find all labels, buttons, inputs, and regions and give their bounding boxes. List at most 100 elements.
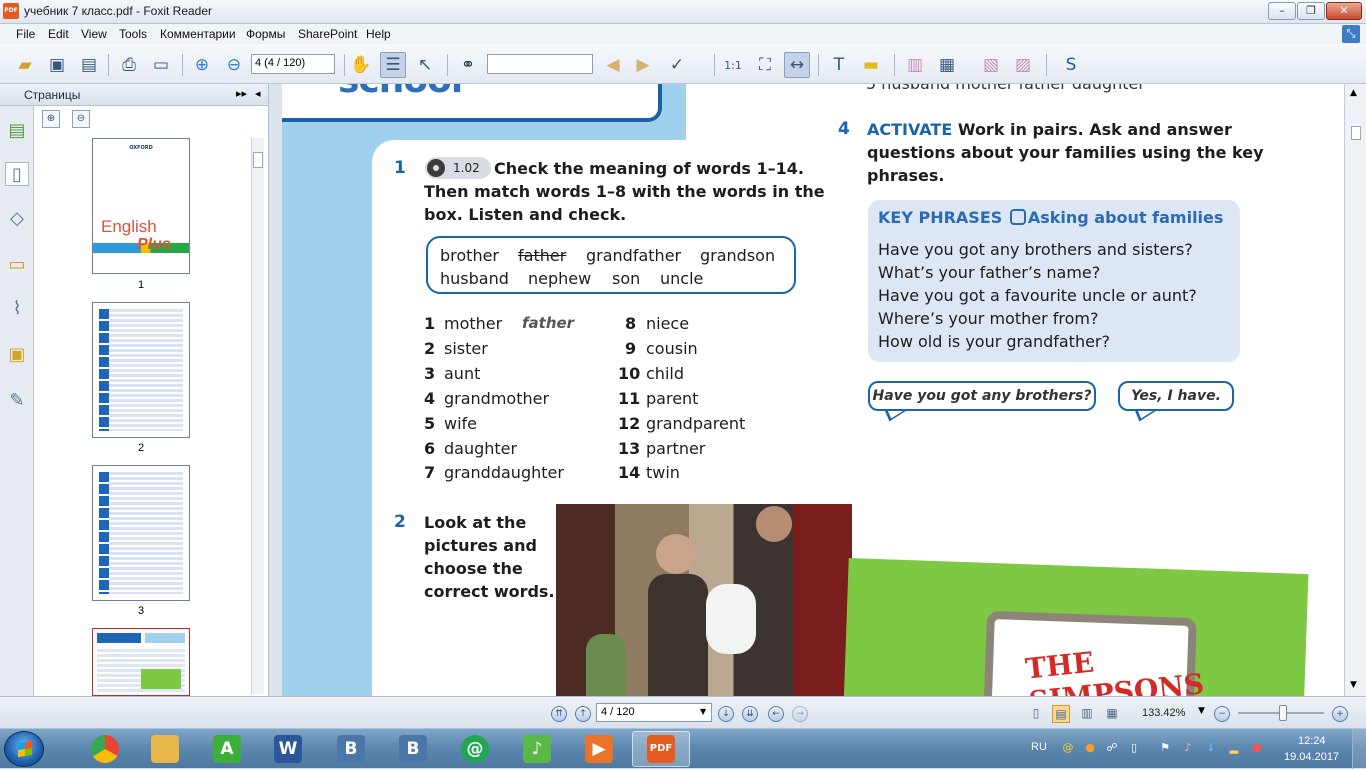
- bookmarks-icon[interactable]: ▤: [5, 118, 29, 142]
- page-thumbnail-1[interactable]: OXFORD English Plus: [92, 138, 190, 274]
- find-input[interactable]: [487, 54, 593, 74]
- attachments-icon[interactable]: ⌇: [5, 296, 29, 320]
- taskbar-app-a[interactable]: A: [198, 731, 256, 767]
- taskbar-word[interactable]: W: [259, 731, 317, 767]
- minimize-button[interactable]: –: [1268, 2, 1296, 20]
- scroll-up-icon[interactable]: ▲: [1350, 88, 1357, 98]
- taskbar-music[interactable]: ♪: [508, 731, 566, 767]
- facing-view-icon[interactable]: ▥: [1078, 705, 1096, 723]
- start-button[interactable]: [4, 731, 44, 767]
- taskbar-mail-agent[interactable]: @: [446, 731, 504, 767]
- zoom-out-icon[interactable]: −: [1214, 706, 1230, 722]
- menu-view[interactable]: View: [79, 26, 109, 42]
- zoom-dropdown-icon[interactable]: ▼: [1198, 706, 1205, 716]
- open-folder-icon[interactable]: ▰: [12, 52, 38, 78]
- document-scrollbar[interactable]: ▲ ▼: [1344, 84, 1366, 696]
- go-forward-icon[interactable]: →: [792, 706, 808, 722]
- create-pdf-icon[interactable]: ▥: [902, 52, 928, 78]
- last-page-icon[interactable]: ⇊: [742, 706, 758, 722]
- maximize-button[interactable]: ❐: [1297, 2, 1325, 20]
- page-dropdown-icon[interactable]: ▼: [700, 707, 706, 716]
- pages-icon[interactable]: ▯: [5, 162, 29, 186]
- search-next-icon[interactable]: ▶: [630, 52, 656, 78]
- next-page-status-icon[interactable]: ↓: [718, 706, 734, 722]
- first-page-icon[interactable]: ⇈: [551, 706, 567, 722]
- status-page-input[interactable]: 4 / 120: [596, 703, 712, 722]
- note-comment-icon[interactable]: ▬: [858, 52, 884, 78]
- tray-mail-icon[interactable]: @: [1061, 741, 1075, 755]
- select-text-icon[interactable]: ☰: [380, 52, 406, 78]
- export-pdf-icon[interactable]: ▧: [978, 52, 1004, 78]
- panel-collapse-icon[interactable]: ◂: [255, 87, 261, 100]
- continuous-view-icon[interactable]: ▤: [1052, 705, 1070, 723]
- zoom-level[interactable]: 133.42%: [1142, 707, 1185, 719]
- scroll-down-icon[interactable]: ▼: [1350, 680, 1357, 690]
- fit-page-icon[interactable]: ⛶: [752, 52, 778, 78]
- print-icon[interactable]: ⎙: [116, 52, 142, 78]
- menu-comments[interactable]: Комментарии: [158, 26, 238, 42]
- previous-page-icon[interactable]: ⊕: [189, 52, 215, 78]
- thumbnail-zoom-out-icon[interactable]: ⊖: [72, 110, 90, 128]
- properties-icon[interactable]: ▭: [148, 52, 174, 78]
- menu-forms[interactable]: Формы: [244, 26, 287, 42]
- security-lock-icon[interactable]: ▣: [5, 342, 29, 366]
- single-page-view-icon[interactable]: ▯: [1027, 705, 1045, 723]
- tray-volume-muted-icon[interactable]: ♪: [1181, 741, 1195, 755]
- tray-odnoklassniki-icon[interactable]: ●: [1083, 741, 1097, 755]
- convert-pdf-icon[interactable]: ▦: [934, 52, 960, 78]
- taskbar-foxit[interactable]: PDF: [632, 731, 690, 767]
- tray-beats-icon[interactable]: ●: [1250, 741, 1264, 755]
- menu-sharepoint[interactable]: SharePoint: [296, 26, 359, 42]
- restore-document-icon[interactable]: ⤡: [1342, 25, 1360, 43]
- combine-pdf-icon[interactable]: ▨: [1010, 52, 1036, 78]
- thumbnail-zoom-in-icon[interactable]: ⊕: [42, 110, 60, 128]
- taskbar-vk-2[interactable]: B: [384, 731, 442, 767]
- find-binoculars-icon[interactable]: ⚭: [455, 52, 481, 78]
- document-view[interactable]: school 1 1.02 Check the meaning of words…: [282, 84, 1344, 696]
- taskbar-explorer[interactable]: [136, 731, 194, 767]
- page-thumbnail-4[interactable]: [92, 628, 190, 696]
- document-scroll-thumb[interactable]: [1351, 126, 1361, 140]
- menu-tools[interactable]: Tools: [117, 26, 149, 42]
- taskbar-chrome[interactable]: [76, 731, 134, 767]
- page-thumbnail-2[interactable]: [92, 302, 190, 438]
- taskbar-player[interactable]: ▶: [570, 731, 628, 767]
- pages-panel-scrollbar[interactable]: [251, 138, 264, 694]
- clock-time[interactable]: 12:24: [1298, 735, 1326, 747]
- layers-icon[interactable]: ◇: [5, 206, 29, 230]
- typewriter-icon[interactable]: T: [826, 52, 852, 78]
- panel-expand-icon[interactable]: ▸▸: [236, 87, 247, 100]
- clock-date[interactable]: 19.04.2017: [1284, 751, 1339, 763]
- tray-network-icon[interactable]: ☍: [1105, 741, 1119, 755]
- taskbar-vk-1[interactable]: B: [322, 731, 380, 767]
- menu-edit[interactable]: Edit: [46, 26, 71, 42]
- show-desktop-button[interactable]: [1352, 729, 1366, 769]
- search-options-icon[interactable]: ✓: [664, 52, 690, 78]
- toolbar-page-input[interactable]: 4 (4 / 120): [251, 54, 335, 74]
- signatures-icon[interactable]: ✎: [5, 388, 29, 412]
- tray-flag-icon[interactable]: ⚑: [1158, 741, 1172, 755]
- previous-page-status-icon[interactable]: ↑: [575, 706, 591, 722]
- page-thumbnail-3[interactable]: [92, 465, 190, 601]
- audio-track-badge[interactable]: 1.02: [425, 157, 491, 179]
- actual-size-icon[interactable]: 1:1: [720, 52, 746, 78]
- tray-device-icon[interactable]: ▯: [1127, 741, 1141, 755]
- next-page-icon[interactable]: ⊖: [221, 52, 247, 78]
- menu-help[interactable]: Help: [364, 26, 393, 42]
- tray-signal-icon[interactable]: ▂: [1227, 741, 1241, 755]
- panel-splitter[interactable]: [268, 84, 282, 696]
- hand-tool-icon[interactable]: ✋: [348, 52, 374, 78]
- comments-icon[interactable]: ▭: [5, 252, 29, 276]
- sharepoint-icon[interactable]: S: [1058, 52, 1084, 78]
- continuous-facing-view-icon[interactable]: ▦: [1103, 705, 1121, 723]
- select-arrow-icon[interactable]: ↖: [412, 52, 438, 78]
- tray-download-icon[interactable]: ↓: [1204, 741, 1218, 755]
- search-previous-icon[interactable]: ◀: [600, 52, 626, 78]
- zoom-slider-knob[interactable]: [1279, 705, 1287, 721]
- go-back-icon[interactable]: ←: [768, 706, 784, 722]
- close-button[interactable]: ✕: [1326, 2, 1362, 20]
- save-all-icon[interactable]: ▤: [76, 52, 102, 78]
- fit-width-icon[interactable]: ↔: [784, 52, 810, 78]
- zoom-in-icon[interactable]: +: [1332, 706, 1348, 722]
- foxit-app-icon[interactable]: PDF: [3, 3, 19, 19]
